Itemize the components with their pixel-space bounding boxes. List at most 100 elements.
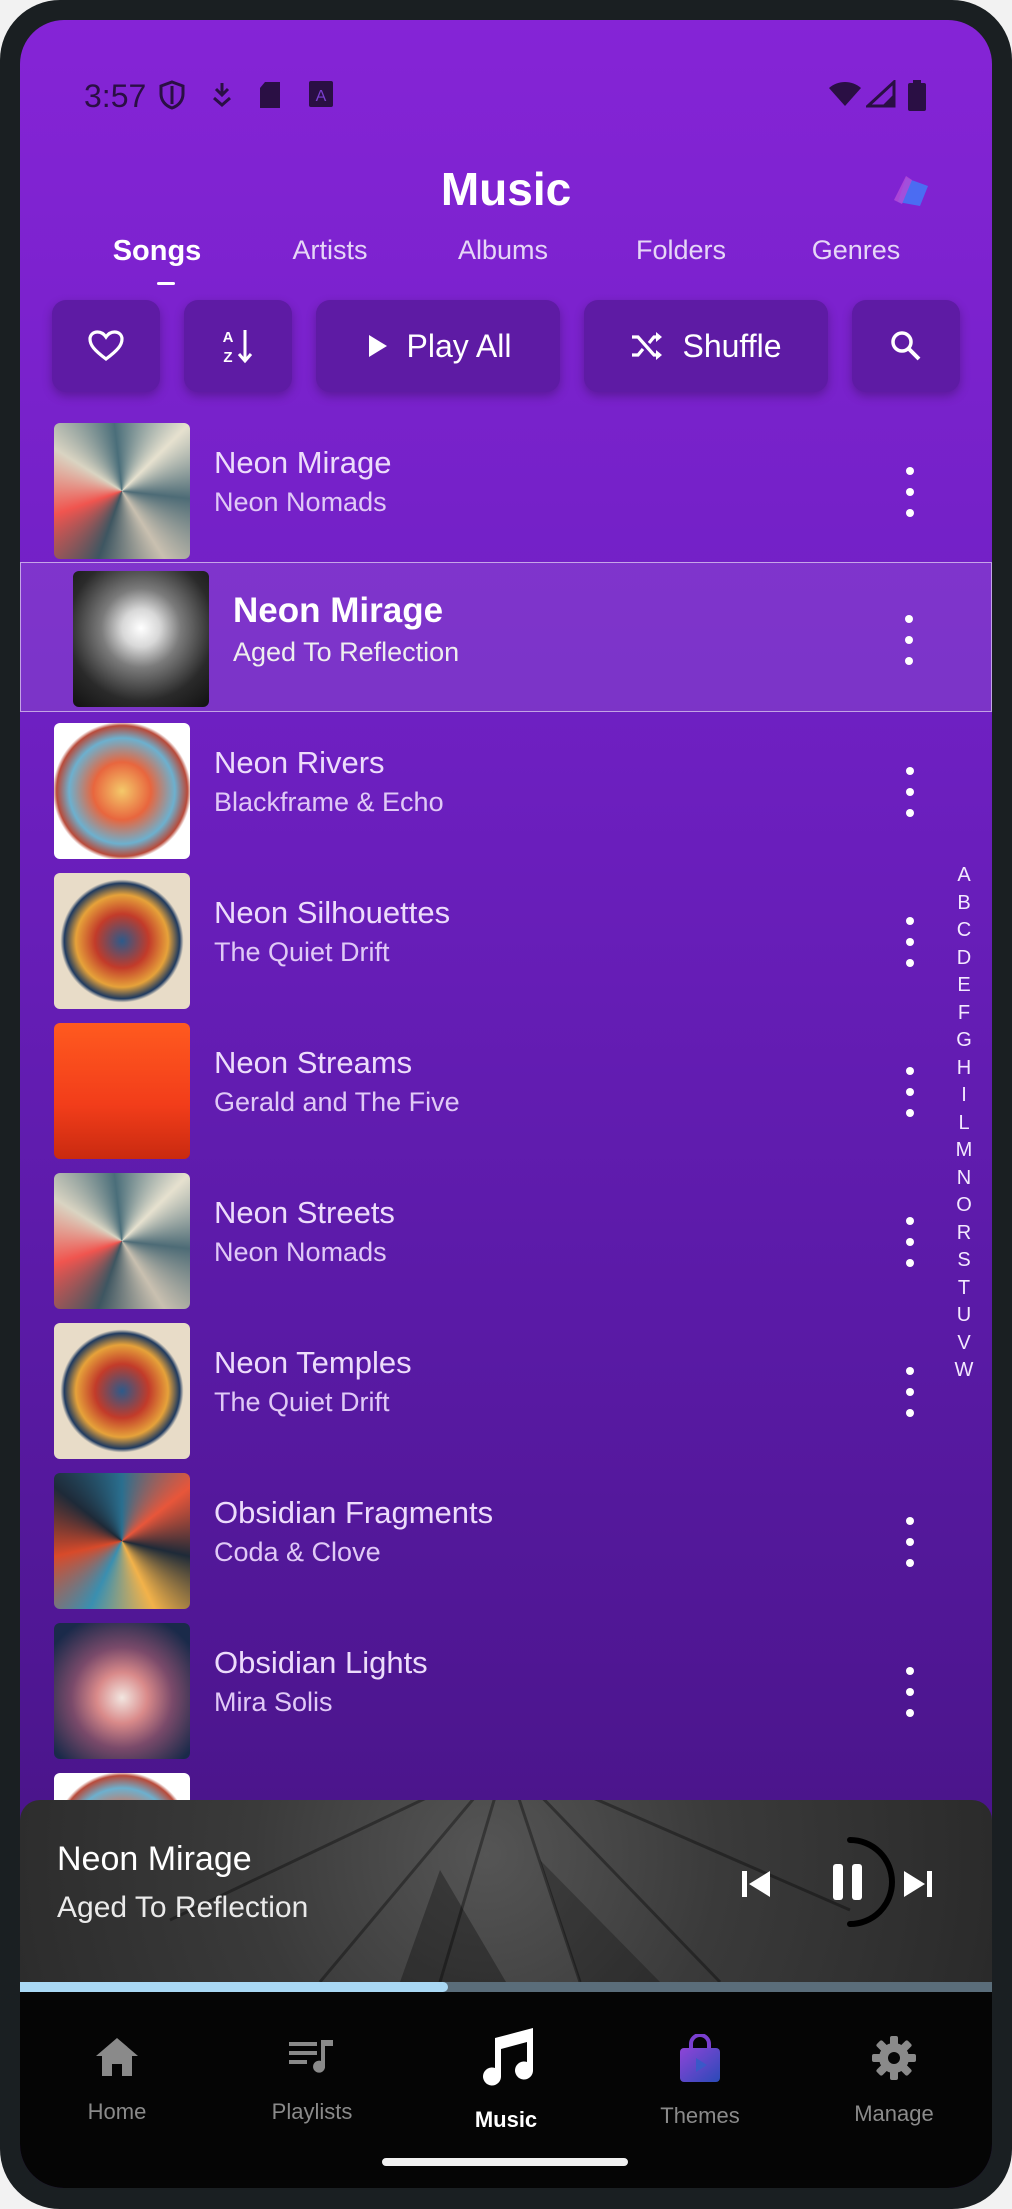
shield-icon (159, 80, 185, 110)
nav-manage[interactable]: Manage (814, 2034, 974, 2127)
song-artist: Mira Solis (214, 1687, 333, 1717)
tab-genres[interactable]: Genres (812, 235, 901, 266)
more-options-icon[interactable] (900, 1217, 920, 1267)
alphabet-letter[interactable]: O (956, 1192, 972, 1220)
gear-icon (872, 2036, 916, 2080)
more-options-icon[interactable] (900, 1667, 920, 1717)
album-art (54, 1623, 190, 1759)
song-artist: The Quiet Drift (214, 937, 390, 967)
alphabet-letter[interactable]: E (957, 972, 970, 1000)
sd-card-icon (260, 82, 280, 108)
nav-music-label: Music (474, 2107, 538, 2132)
more-options-icon[interactable] (900, 917, 920, 967)
alphabet-letter[interactable]: A (957, 862, 970, 890)
tab-albums[interactable]: Albums (458, 235, 548, 266)
now-playing-artist: Aged To Reflection (57, 1891, 309, 1924)
pause-button[interactable] (800, 1832, 900, 1932)
album-art (54, 423, 190, 559)
nav-playlists[interactable]: Playlists (232, 2034, 392, 2125)
nav-music[interactable]: Music (426, 2028, 586, 2133)
palette-icon[interactable] (892, 172, 932, 208)
more-options-icon[interactable] (900, 1367, 920, 1417)
nav-home[interactable]: Home (37, 2034, 197, 2125)
wifi-icon (829, 82, 861, 106)
song-row[interactable]: Obsidian Lights Mira Solis (20, 1615, 992, 1765)
skip-next-icon[interactable] (900, 1866, 936, 1902)
more-options-icon[interactable] (900, 1067, 920, 1117)
battery-icon (908, 80, 926, 111)
nav-home-label: Home (87, 2099, 147, 2124)
play-icon (368, 335, 387, 357)
app-screen: 3:57 A Music Songs Artists Albums Folder… (20, 20, 992, 2188)
sort-button[interactable]: A Z (184, 300, 292, 392)
song-artist: Coda & Clove (214, 1537, 381, 1567)
shuffle-icon (632, 332, 663, 360)
svg-text:A: A (316, 88, 327, 105)
alphabet-letter[interactable]: T (958, 1275, 970, 1303)
status-bar: 3:57 A (20, 20, 992, 140)
song-row[interactable]: Neon Streams Gerald and The Five (20, 1015, 992, 1165)
alphabet-letter[interactable]: F (958, 1000, 970, 1028)
alphabet-letter[interactable]: W (955, 1357, 974, 1385)
alphabet-index[interactable]: ABCDEFGHILMNORSTUVW (948, 862, 980, 1385)
alphabet-letter[interactable]: S (957, 1247, 970, 1275)
alphabet-letter[interactable]: R (957, 1220, 971, 1248)
svg-text:Z: Z (223, 349, 232, 366)
mini-player[interactable]: Neon Mirage Aged To Reflection (20, 1800, 992, 1982)
more-options-icon[interactable] (899, 615, 919, 665)
alphabet-letter[interactable]: I (961, 1082, 967, 1110)
song-row[interactable]: Neon Streets Neon Nomads (20, 1165, 992, 1315)
alphabet-letter[interactable]: U (957, 1302, 971, 1330)
playback-progress-fill (20, 1982, 448, 1992)
more-options-icon[interactable] (900, 1517, 920, 1567)
song-artist: Neon Nomads (214, 1237, 387, 1267)
skip-previous-icon[interactable] (738, 1866, 774, 1902)
alphabet-letter[interactable]: B (957, 890, 970, 918)
song-row[interactable]: Obsidian Fragments Coda & Clove (20, 1465, 992, 1615)
playback-progress-bar[interactable] (20, 1982, 992, 1992)
more-options-icon[interactable] (900, 467, 920, 517)
download-arrow-icon (213, 83, 231, 107)
tab-folders[interactable]: Folders (636, 235, 726, 266)
shuffle-button[interactable]: Shuffle (584, 300, 828, 392)
alphabet-letter[interactable]: M (956, 1137, 973, 1165)
play-all-button[interactable]: Play All (316, 300, 560, 392)
album-art (54, 1173, 190, 1309)
alphabet-letter[interactable]: C (957, 917, 971, 945)
playlist-icon (289, 2040, 333, 2073)
search-button[interactable] (852, 300, 960, 392)
alphabet-letter[interactable]: V (957, 1330, 970, 1358)
favorites-button[interactable] (52, 300, 160, 392)
nav-themes[interactable]: Themes (620, 2033, 780, 2129)
alphabet-letter[interactable]: H (957, 1055, 971, 1083)
keyboard-a-icon: A (309, 81, 333, 107)
song-list[interactable]: Neon Mirage Neon Nomads Neon Mirage Aged… (20, 395, 992, 1820)
song-row-selected[interactable]: Neon Mirage Aged To Reflection (20, 562, 992, 712)
song-title: Neon Streets (214, 1195, 395, 1230)
song-title: Neon Rivers (214, 745, 385, 780)
song-artist: Aged To Reflection (233, 637, 460, 667)
song-title: Neon Mirage (214, 445, 392, 480)
alphabet-letter[interactable]: D (957, 945, 971, 973)
song-row[interactable]: Neon Rivers Blackframe & Echo (20, 715, 992, 865)
shopping-bag-icon (680, 2033, 720, 2082)
album-art (54, 873, 190, 1009)
song-row[interactable]: Neon Silhouettes The Quiet Drift (20, 865, 992, 1015)
tab-artists[interactable]: Artists (292, 235, 367, 266)
album-art (73, 571, 209, 707)
alphabet-letter[interactable]: G (956, 1027, 972, 1055)
alphabet-letter[interactable]: L (958, 1110, 969, 1138)
album-art (54, 1473, 190, 1609)
status-time: 3:57 (84, 78, 147, 114)
action-bar: A Z Play All Shuffle (20, 282, 992, 392)
song-row[interactable]: Neon Mirage Neon Nomads (20, 415, 992, 565)
alphabet-letter[interactable]: N (957, 1165, 971, 1193)
song-artist: Gerald and The Five (214, 1087, 460, 1117)
song-row[interactable]: Neon Temples The Quiet Drift (20, 1315, 992, 1465)
nav-playlists-label: Playlists (271, 2099, 353, 2124)
category-tabs: Songs Artists Albums Folders Genres (20, 235, 992, 285)
tab-songs[interactable]: Songs (113, 235, 202, 268)
more-options-icon[interactable] (900, 767, 920, 817)
svg-text:A: A (223, 329, 234, 346)
home-indicator[interactable] (382, 2158, 628, 2166)
